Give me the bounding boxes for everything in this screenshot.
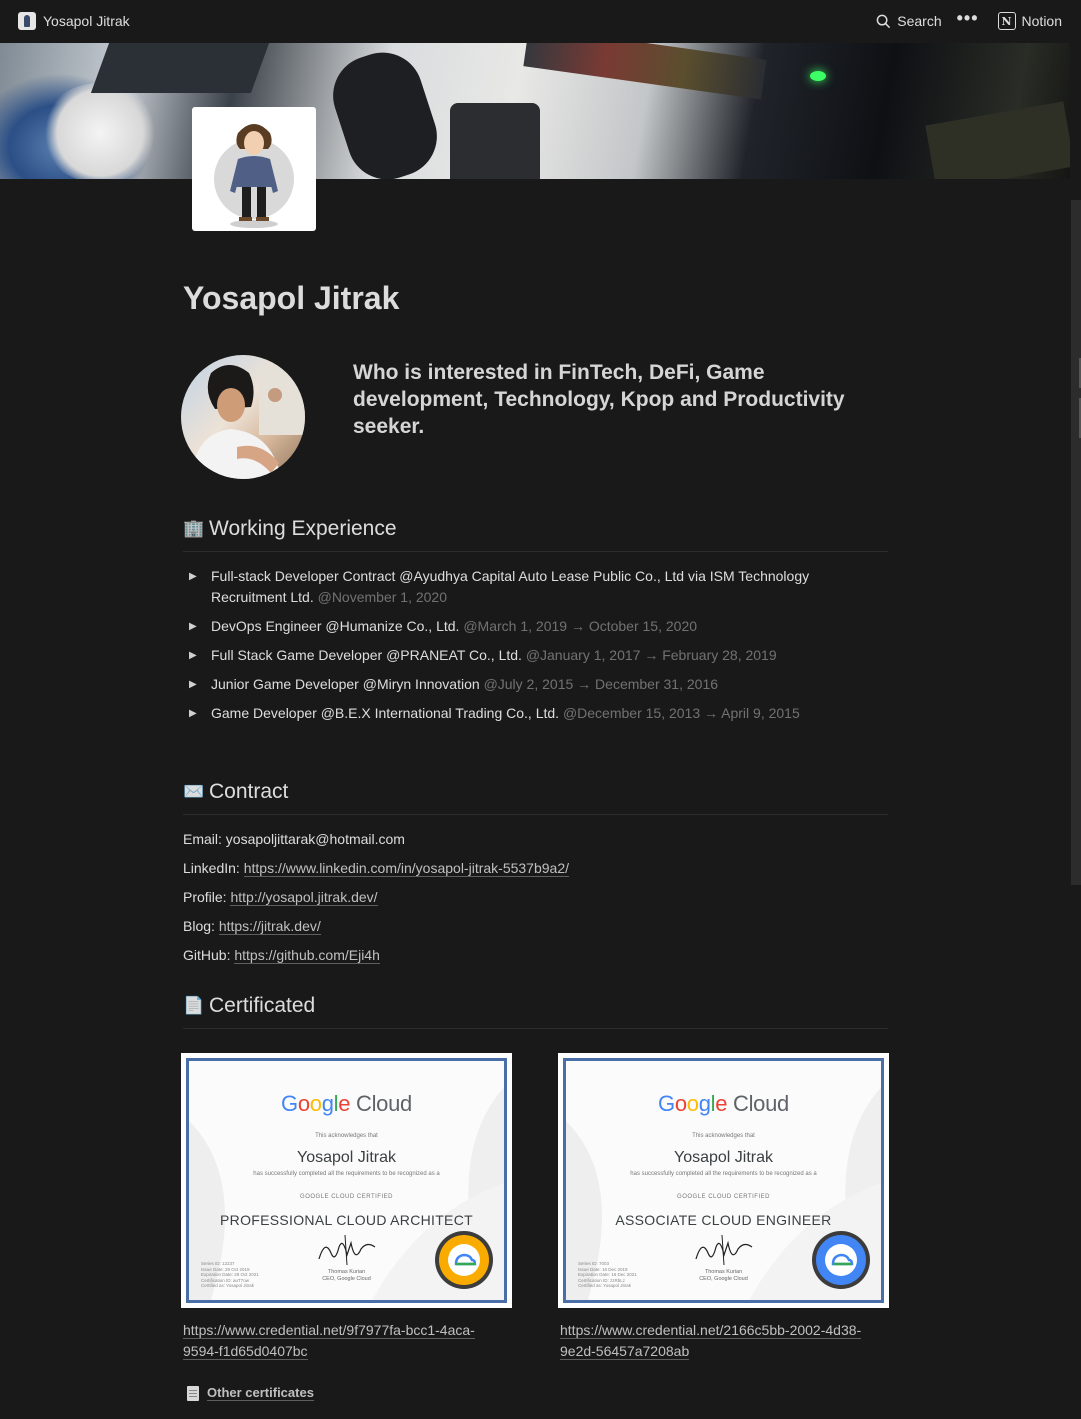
working-experience-title: Working Experience [209,517,397,540]
certificate-meta: Series ID: 12237 Issue Date: 29 Oct 2019… [201,1261,259,1289]
acknowledges-text: This acknowledges that [315,1133,378,1139]
email-label: Email: [183,831,222,847]
certificated-title: Certificated [209,994,316,1017]
breadcrumb[interactable]: Yosapol Jitrak [18,12,130,30]
email-row: Email: yosapoljittarak@hotmail.com [183,829,888,858]
profile-photo [181,355,305,479]
toggle-triangle-icon[interactable]: ▶ [183,674,211,695]
github-row: GitHub: https://github.com/Eji4h [183,945,888,974]
certificate-meta: Series ID: 7003 Issue Date: 16 Dec 2019 … [578,1261,637,1289]
toggle-item[interactable]: ▶ DevOps Engineer @Humanize Co., Ltd. @M… [183,616,888,637]
acknowledges-text: This acknowledges that [692,1133,755,1139]
meta-line: Certified as: Yosapol Jitrak [201,1283,255,1288]
meta-line: Expiration Date: 16 Dec 2021 [578,1272,637,1277]
completed-text: has successfully completed all the requi… [253,1171,440,1177]
contact-block: Email: yosapoljittarak@hotmail.com Linke… [183,829,888,974]
working-experience-heading: 🏢 Working Experience [183,517,888,552]
envelope-icon: ✉️ [183,782,205,801]
notion-button[interactable]: N Notion [991,8,1069,34]
certificate-holder-name: Yosapol Jitrak [296,1149,397,1166]
experience-date: @March 1, 2019 → October 15, 2020 [463,618,698,634]
signature-icon [317,1234,375,1266]
certificate-image[interactable]: Google Cloud This acknowledges that Yosa… [558,1053,889,1308]
certificate-link[interactable]: https://www.credential.net/9f7977fa-bcc1… [183,1322,475,1360]
scrollbar[interactable] [1071,200,1081,885]
certificate-link[interactable]: https://www.credential.net/2166c5bb-2002… [560,1322,862,1360]
certificate-holder-name: Yosapol Jitrak [673,1149,774,1166]
notion-logo-icon: N [997,12,1016,30]
ellipsis-icon: ••• [956,7,979,28]
profile-row: Profile: http://yosapol.jitrak.dev/ [183,887,888,916]
google-cloud-logo: Google Cloud [281,1091,412,1116]
meta-line: Certified as: Yosapol Jitrak [578,1283,632,1288]
page-avatar-icon [18,12,36,30]
search-label: Search [897,13,942,29]
search-button[interactable]: Search [869,9,948,33]
toggle-triangle-icon[interactable]: ▶ [183,566,211,608]
certified-text: GOOGLE CLOUD CERTIFIED [300,1194,393,1200]
certificate-image[interactable]: Google Cloud This acknowledges that Yosa… [181,1053,512,1308]
person-illustration-icon [214,124,294,228]
page-title: Yosapol Jitrak [183,280,400,316]
github-label: GitHub: [183,947,231,963]
meta-line: Expiration Date: 29 Oct 2021 [201,1272,259,1277]
experience-title: Full Stack Game Developer @PRANEAT Co., … [211,647,522,663]
more-options-button[interactable]: ••• [949,8,991,35]
experience-date: @January 1, 2017 → February 28, 2019 [525,647,777,663]
blog-label: Blog: [183,918,215,934]
other-certificates-link[interactable]: Other certificates [187,1385,314,1401]
certificate-role: ASSOCIATE CLOUD ENGINEER [615,1212,832,1228]
blog-row: Blog: https://jitrak.dev/ [183,916,888,945]
cover-image [0,43,1070,179]
linkedin-link[interactable]: https://www.linkedin.com/in/yosapol-jitr… [243,860,569,877]
top-bar: Yosapol Jitrak Search ••• N Notion [0,0,1081,42]
toggle-triangle-icon[interactable]: ▶ [183,616,211,637]
contact-heading: ✉️ Contract [183,780,888,815]
toggle-triangle-icon[interactable]: ▶ [183,645,211,666]
tagline: Who is interested in FinTech, DeFi, Game… [353,361,845,438]
search-icon [876,14,891,28]
github-link[interactable]: https://github.com/Eji4h [234,947,380,964]
experience-list: ▶ Full-stack Developer Contract @Ayudhya… [183,566,888,732]
other-certificates-label: Other certificates [207,1385,314,1401]
certification-badge-icon [812,1231,870,1289]
linkedin-row: LinkedIn: https://www.linkedin.com/in/yo… [183,858,888,887]
document-icon: 📄 [183,996,205,1015]
completed-text: has successfully completed all the requi… [630,1171,817,1177]
linkedin-label: LinkedIn: [183,860,240,876]
profile-link[interactable]: http://yosapol.jitrak.dev/ [230,889,378,906]
page-icon[interactable] [192,107,316,231]
toggle-triangle-icon[interactable]: ▶ [183,703,211,724]
certificated-heading: 📄 Certificated [183,994,888,1029]
breadcrumb-title: Yosapol Jitrak [43,13,130,29]
profile-label: Profile: [183,889,227,905]
blog-link[interactable]: https://jitrak.dev/ [218,918,321,935]
certification-badge-icon [435,1231,493,1289]
toggle-item[interactable]: ▶ Full Stack Game Developer @PRANEAT Co.… [183,645,888,666]
experience-title: Game Developer @B.E.X International Trad… [211,705,560,721]
contact-title: Contract [209,780,289,803]
office-building-icon: 🏢 [183,519,205,538]
experience-title: Full-stack Developer Contract @Ayudhya C… [211,568,810,605]
certificate-role: PROFESSIONAL CLOUD ARCHITECT [220,1212,473,1228]
certificate-link-container: https://www.credential.net/2166c5bb-2002… [560,1320,880,1362]
experience-date: @July 2, 2015 → December 31, 2016 [483,676,719,692]
page-icon [187,1385,199,1401]
signature-icon [694,1234,752,1266]
toggle-item[interactable]: ▶ Game Developer @B.E.X International Tr… [183,703,888,724]
experience-date: @November 1, 2020 [317,589,447,605]
experience-title: DevOps Engineer @Humanize Co., Ltd. [211,618,460,634]
toggle-item[interactable]: ▶ Junior Game Developer @Miryn Innovatio… [183,674,888,695]
google-cloud-logo: Google Cloud [658,1091,789,1116]
notion-label: Notion [1021,13,1062,29]
email-value: yosapoljittarak@hotmail.com [225,831,405,847]
experience-date: @December 15, 2013 → April 9, 2015 [562,705,800,721]
toggle-item[interactable]: ▶ Full-stack Developer Contract @Ayudhya… [183,566,888,608]
certificate-link-container: https://www.credential.net/9f7977fa-bcc1… [183,1320,503,1362]
certified-text: GOOGLE CLOUD CERTIFIED [677,1194,770,1200]
experience-title: Junior Game Developer @Miryn Innovation [211,676,480,692]
